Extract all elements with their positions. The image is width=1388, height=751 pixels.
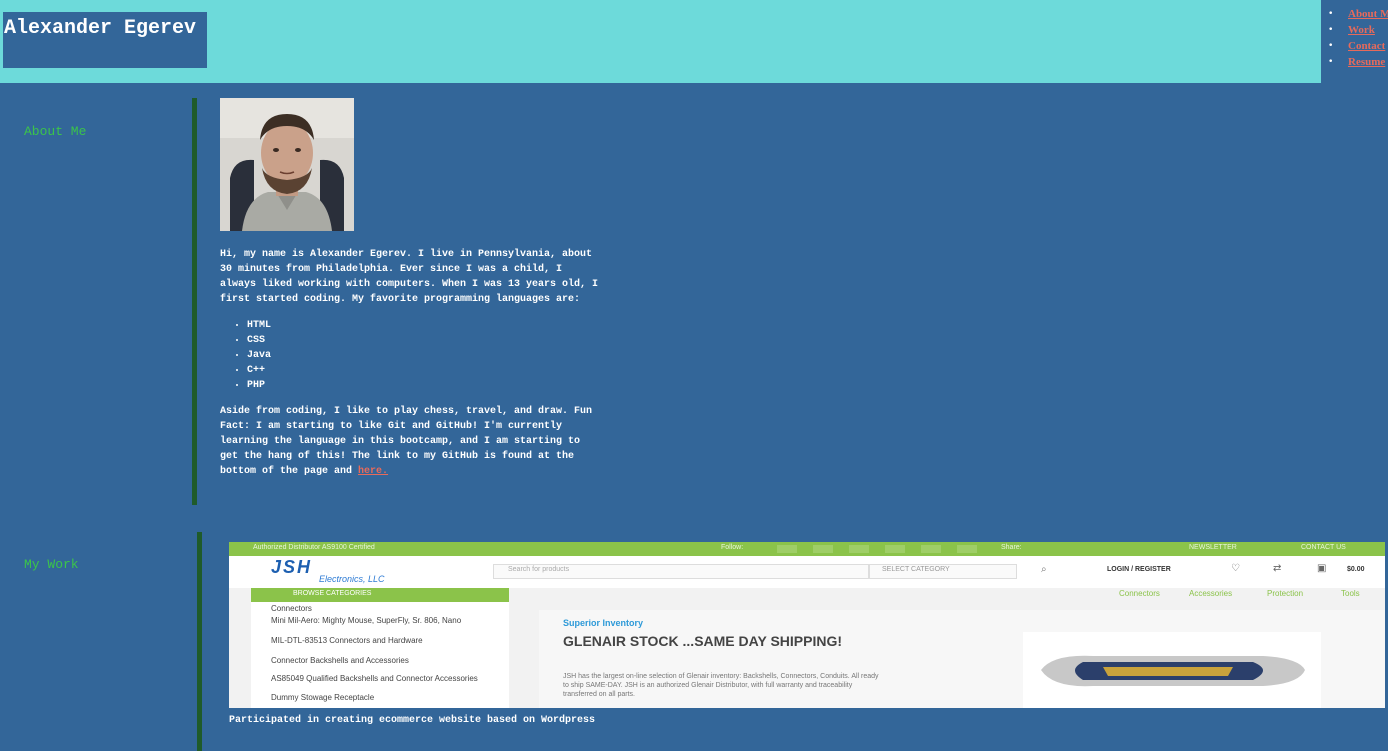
preview-browse-bar: BROWSE CATEGORIES xyxy=(251,588,509,602)
preview-category-item: Dummy Stowage Receptacle xyxy=(271,693,375,702)
preview-contact: CONTACT US xyxy=(1301,544,1346,551)
preview-share-label: Share: xyxy=(1001,544,1022,551)
about-body: Hi, my name is Alexander Egerev. I live … xyxy=(220,247,600,490)
preview-search: Search for products xyxy=(493,564,869,579)
main-nav: About Me Work Contact Resume xyxy=(1321,0,1388,83)
about-outro-text: Aside from coding, I like to play chess,… xyxy=(220,406,593,477)
language-item: HTML xyxy=(247,318,600,333)
profile-photo xyxy=(220,98,354,231)
nav-item-about: About Me xyxy=(1328,6,1388,22)
preview-social-icon xyxy=(885,545,905,553)
preview-category-item: Mini Mil-Aero: Mighty Mouse, SuperFly, S… xyxy=(271,616,462,625)
preview-category-item: AS85049 Qualified Backshells and Connect… xyxy=(271,674,478,683)
preview-social-icon xyxy=(921,545,941,553)
nav-link-resume[interactable]: Resume xyxy=(1348,56,1385,68)
preview-hero: Superior Inventory GLENAIR STOCK ...SAME… xyxy=(539,610,1385,708)
site-title: Alexander Egerev xyxy=(4,17,197,40)
preview-menu-item: Connectors xyxy=(1119,589,1160,598)
language-item: PHP xyxy=(247,378,600,393)
nav-item-work: Work xyxy=(1328,22,1388,38)
preview-menu-item: Tools xyxy=(1341,589,1360,598)
language-list: HTML CSS Java C++ PHP xyxy=(220,318,600,393)
preview-category-label: SELECT CATEGORY xyxy=(882,566,950,573)
preview-cart-total: $0.00 xyxy=(1347,566,1365,573)
preview-social-icon xyxy=(777,545,797,553)
preview-compare-icon: ⇄ xyxy=(1273,563,1282,574)
preview-hero-headline: GLENAIR STOCK ...SAME DAY SHIPPING! xyxy=(563,633,843,649)
preview-menu-item: Protection xyxy=(1267,589,1304,598)
preview-search-placeholder: Search for products xyxy=(508,566,570,573)
preview-category-item: Connectors xyxy=(271,604,312,613)
preview-hero-blurb: JSH has the largest on-line selection of… xyxy=(563,673,879,698)
preview-topbar: Authorized Distributor AS9100 Certified … xyxy=(229,542,1385,556)
preview-menu-item: Accessories xyxy=(1189,589,1233,598)
site-header: Alexander Egerev xyxy=(0,0,1321,83)
preview-social-icon xyxy=(957,545,977,553)
preview-search-icon: ⌕ xyxy=(1041,564,1047,575)
nav-link-contact[interactable]: Contact xyxy=(1348,40,1385,52)
profile-photo-image xyxy=(220,98,354,231)
work-project-screenshot[interactable]: Authorized Distributor AS9100 Certified … xyxy=(229,542,1385,708)
nav-item-resume: Resume xyxy=(1328,54,1388,70)
preview-cart-icon: ▣ xyxy=(1317,563,1327,574)
preview-login: LOGIN / REGISTER xyxy=(1107,566,1171,573)
work-caption: Participated in creating ecommerce websi… xyxy=(229,715,596,726)
language-item: CSS xyxy=(247,333,600,348)
about-divider xyxy=(192,98,197,505)
preview-menu: Connectors Accessories Protection Tools xyxy=(1119,589,1385,601)
language-item: C++ xyxy=(247,363,600,378)
preview-header: JSH Electronics, LLC Search for products… xyxy=(229,556,1385,588)
preview-browse-label: BROWSE CATEGORIES xyxy=(293,590,372,597)
preview-newsletter: NEWSLETTER xyxy=(1189,544,1237,551)
preview-connector-image xyxy=(1023,632,1321,708)
site-title-box: Alexander Egerev xyxy=(3,12,207,68)
preview-hero-kicker: Superior Inventory xyxy=(563,618,644,628)
preview-logo: JSH xyxy=(271,557,313,577)
nav-link-work[interactable]: Work xyxy=(1348,24,1375,36)
nav-item-contact: Contact xyxy=(1328,38,1388,54)
language-item: Java xyxy=(247,348,600,363)
preview-social-icon xyxy=(813,545,833,553)
preview-follow-label: Follow: xyxy=(721,544,744,551)
preview-category-list: Connectors Mini Mil-Aero: Mighty Mouse, … xyxy=(251,602,509,708)
preview-topbar-text: Authorized Distributor AS9100 Certified xyxy=(253,544,375,551)
preview-logo-sub: Electronics, LLC xyxy=(319,574,385,584)
about-heading: About Me xyxy=(24,124,87,139)
github-link[interactable]: here. xyxy=(358,466,388,477)
preview-category-select: SELECT CATEGORY xyxy=(869,564,1017,579)
connector-image xyxy=(1041,655,1305,687)
work-divider xyxy=(197,532,202,751)
about-intro: Hi, my name is Alexander Egerev. I live … xyxy=(220,249,599,305)
work-heading: My Work xyxy=(24,557,79,572)
nav-link-about[interactable]: About Me xyxy=(1348,8,1388,20)
preview-social-icon xyxy=(849,545,869,553)
preview-category-item: Connector Backshells and Accessories xyxy=(271,656,409,665)
preview-wishlist-icon: ♡ xyxy=(1231,563,1240,574)
about-outro: Aside from coding, I like to play chess,… xyxy=(220,404,600,479)
preview-category-item: MIL-DTL-83513 Connectors and Hardware xyxy=(271,636,423,645)
